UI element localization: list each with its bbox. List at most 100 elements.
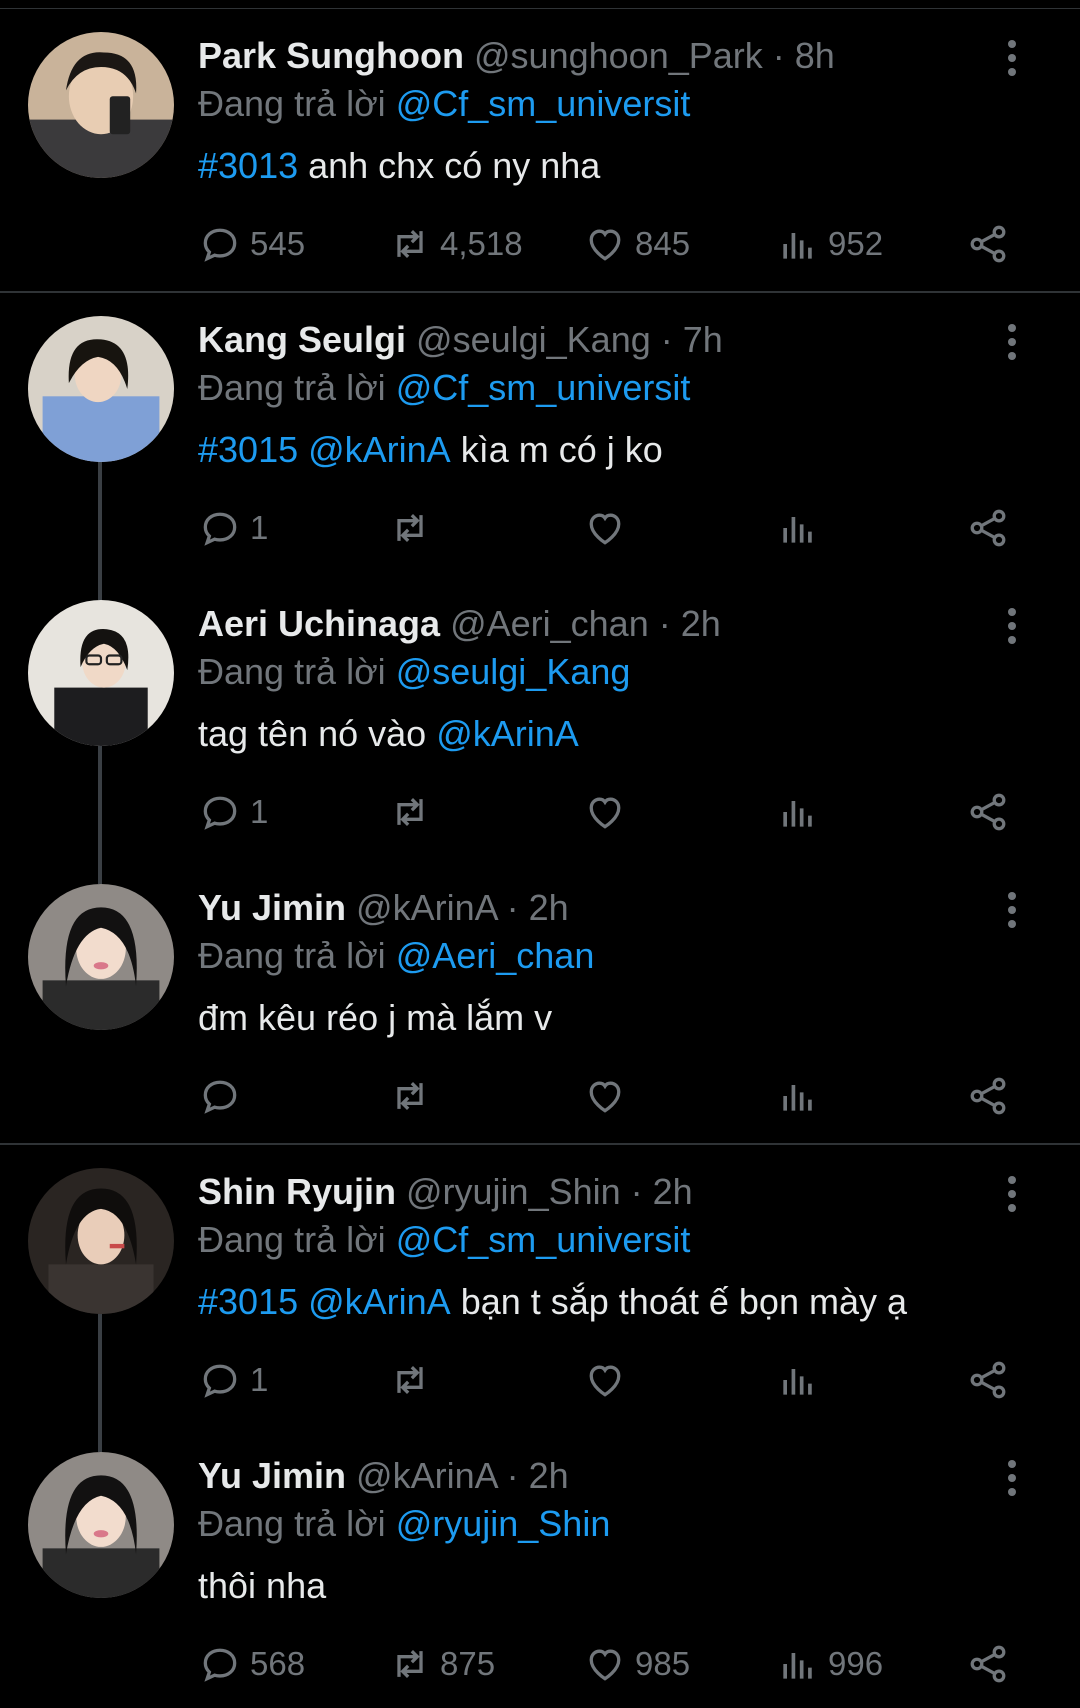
retweet-button[interactable]: 875	[388, 1636, 495, 1692]
views-count: 996	[828, 1645, 884, 1682]
avatar[interactable]	[28, 884, 174, 1030]
author-name[interactable]: Aeri Uchinaga	[198, 603, 440, 644]
share-button[interactable]	[966, 1352, 1010, 1408]
more-icon[interactable]	[1003, 608, 1021, 648]
views-button[interactable]: 996	[776, 1636, 883, 1692]
share-icon	[970, 1077, 1006, 1115]
avatar[interactable]	[28, 32, 174, 178]
more-icon[interactable]	[1003, 1176, 1021, 1216]
author-handle[interactable]: @seulgi_Kang	[416, 319, 651, 360]
reply-to-link[interactable]: @Cf_sm_universit	[396, 1219, 691, 1260]
author-name[interactable]: Kang Seulgi	[198, 319, 406, 360]
reply-button[interactable]: 568	[198, 1636, 305, 1692]
tweet-text: kìa m có j ko	[460, 429, 663, 470]
author-name[interactable]: Park Sunghoon	[198, 35, 464, 76]
action-bar: 1	[198, 500, 1018, 556]
author-name[interactable]: Shin Ryujin	[198, 1171, 396, 1212]
share-button[interactable]	[966, 1636, 1010, 1692]
tweet[interactable]: Shin Ryujin @ryujin_Shin · 2h Đang trả lờ…	[0, 1140, 1080, 1424]
tweet-text: bạn t sắp thoát ế bọn mày ạ	[460, 1281, 907, 1322]
reply-to-link[interactable]: @Cf_sm_universit	[396, 367, 691, 408]
action-bar: 1	[198, 1352, 1018, 1408]
tweet[interactable]: Yu Jimin @kArinA · 2h Đang trả lời @ryuji…	[0, 1424, 1080, 1708]
views-button[interactable]	[776, 1352, 828, 1408]
reply-label: Đang trả lời	[198, 83, 386, 124]
retweet-count: 4,518	[440, 225, 523, 262]
like-button[interactable]: 845	[583, 216, 690, 272]
more-icon[interactable]	[1003, 324, 1021, 364]
hashtag-link[interactable]: #3013	[198, 145, 298, 186]
tweet[interactable]: Yu Jimin @kArinA · 2h Đang trả lời @Aeri_…	[0, 856, 1080, 1140]
reply-to-link[interactable]: @Aeri_chan	[396, 935, 595, 976]
avatar[interactable]	[28, 600, 174, 746]
author-handle[interactable]: @kArinA	[356, 1455, 497, 1496]
retweet-button[interactable]	[388, 784, 440, 840]
reply-button[interactable]	[198, 1068, 250, 1124]
author-name[interactable]: Yu Jimin	[198, 1455, 346, 1496]
reply-count: 1	[250, 1361, 269, 1398]
tweet-time: 2h	[528, 1455, 569, 1496]
share-button[interactable]	[966, 500, 1010, 556]
author-handle[interactable]: @kArinA	[356, 887, 497, 928]
reply-count: 545	[250, 225, 306, 262]
reply-label: Đang trả lời	[198, 651, 386, 692]
retweet-button[interactable]	[388, 1068, 440, 1124]
action-bar: 568 875 985 996	[198, 1636, 1018, 1692]
share-icon	[970, 509, 1006, 547]
retweet-button[interactable]	[388, 1352, 440, 1408]
like-button[interactable]	[583, 1352, 635, 1408]
tweet[interactable]: Aeri Uchinaga @Aeri_chan · 2h Đang trả lờ…	[0, 572, 1080, 856]
like-button[interactable]	[583, 1068, 635, 1124]
like-icon	[589, 1081, 621, 1113]
reply-icon	[203, 1648, 237, 1682]
share-button[interactable]	[966, 216, 1010, 272]
reply-feed: Park Sunghoon @sunghoon_Park · 8h Đang tr…	[0, 0, 1080, 1706]
avatar[interactable]	[28, 1452, 174, 1598]
reply-to-link[interactable]: @Cf_sm_universit	[396, 83, 691, 124]
views-button[interactable]	[776, 1068, 828, 1124]
action-bar: 545 4,518 845 952	[198, 216, 1018, 272]
avatar[interactable]	[28, 1168, 174, 1314]
views-icon	[783, 801, 812, 827]
views-button[interactable]	[776, 500, 828, 556]
mention-link[interactable]: @kArinA	[436, 713, 579, 754]
share-icon	[970, 1645, 1006, 1683]
hashtag-link[interactable]: #3015	[198, 429, 298, 470]
views-button[interactable]: 952	[776, 216, 883, 272]
views-icon	[783, 1369, 812, 1395]
like-button[interactable]	[583, 500, 635, 556]
tweet-text: thôi nha	[198, 1565, 327, 1606]
retweet-button[interactable]: 4,518	[388, 216, 523, 272]
reply-label: Đang trả lời	[198, 1503, 386, 1544]
like-icon	[589, 1649, 621, 1681]
more-icon[interactable]	[1003, 892, 1021, 932]
reply-icon	[203, 796, 237, 830]
reply-to-link[interactable]: @seulgi_Kang	[396, 651, 631, 692]
like-button[interactable]: 985	[583, 1636, 690, 1692]
like-button[interactable]	[583, 784, 635, 840]
like-count: 985	[635, 1645, 691, 1682]
mention-link[interactable]: @kArinA	[308, 1281, 451, 1322]
author-name[interactable]: Yu Jimin	[198, 887, 346, 928]
reply-to-link[interactable]: @ryujin_Shin	[396, 1503, 611, 1544]
more-icon[interactable]	[1003, 1460, 1021, 1500]
avatar[interactable]	[28, 316, 174, 462]
author-handle[interactable]: @Aeri_chan	[450, 603, 649, 644]
reply-button[interactable]: 1	[198, 500, 268, 556]
share-button[interactable]	[966, 1068, 1010, 1124]
reply-button[interactable]: 1	[198, 1352, 268, 1408]
hashtag-link[interactable]: #3015	[198, 1281, 298, 1322]
action-bar	[198, 1068, 1018, 1124]
share-button[interactable]	[966, 784, 1010, 840]
more-icon[interactable]	[1003, 40, 1021, 80]
tweet[interactable]: Park Sunghoon @sunghoon_Park · 8h Đang tr…	[0, 4, 1080, 288]
tweet[interactable]: Kang Seulgi @seulgi_Kang · 7h Đang trả lờ…	[0, 288, 1080, 572]
reply-button[interactable]: 1	[198, 784, 268, 840]
retweet-icon	[397, 1365, 423, 1395]
views-button[interactable]	[776, 784, 828, 840]
author-handle[interactable]: @ryujin_Shin	[406, 1171, 621, 1212]
author-handle[interactable]: @sunghoon_Park	[474, 35, 763, 76]
reply-button[interactable]: 545	[198, 216, 305, 272]
mention-link[interactable]: @kArinA	[308, 429, 451, 470]
retweet-button[interactable]	[388, 500, 440, 556]
